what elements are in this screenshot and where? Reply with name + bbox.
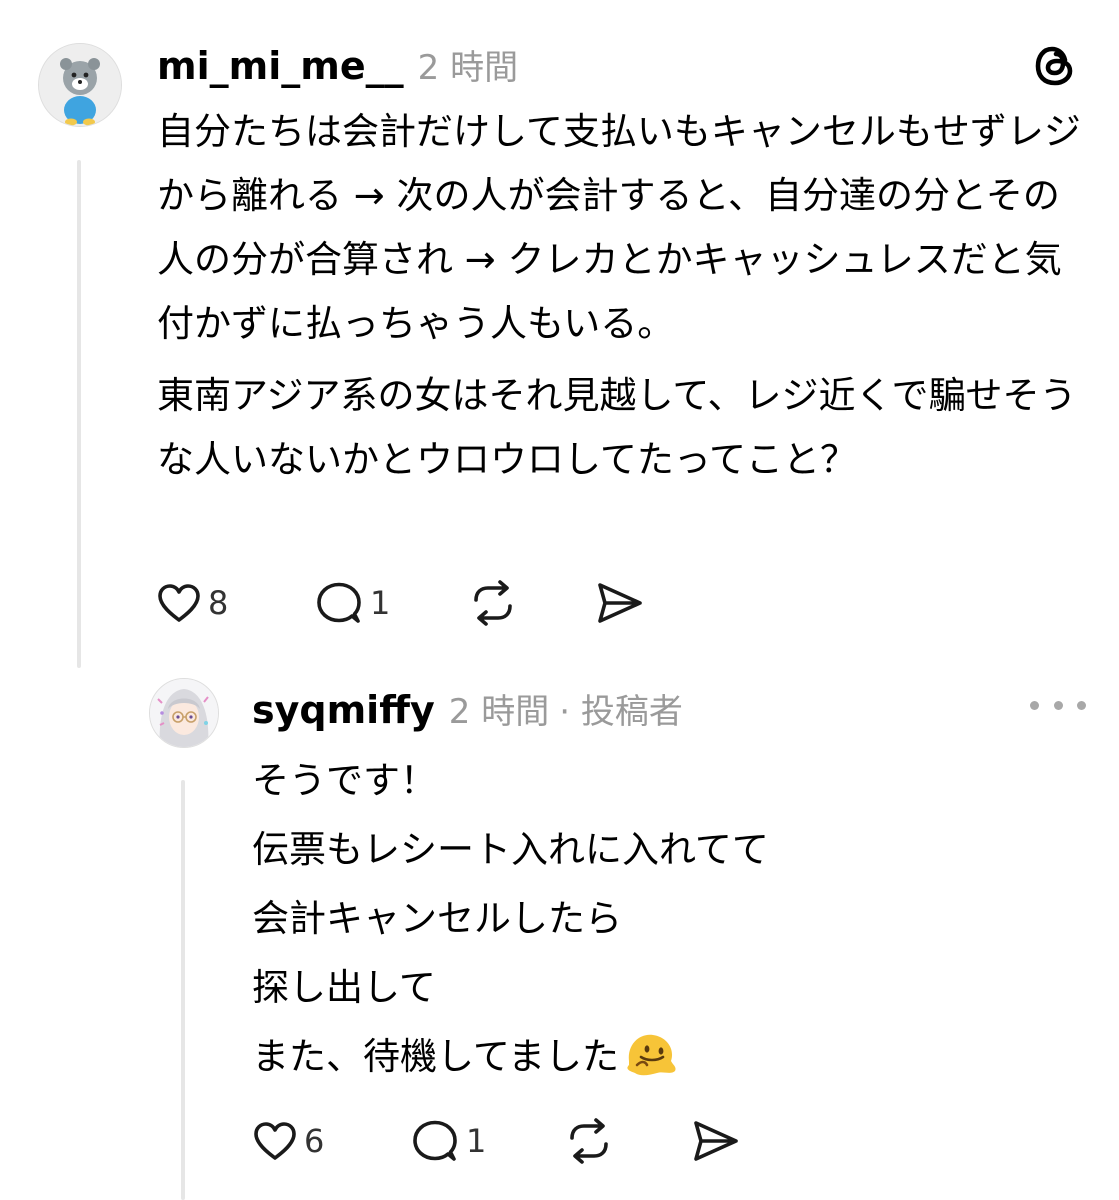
comment-icon (317, 582, 361, 623)
avatar-anime-girl-image (150, 679, 218, 747)
reply-button[interactable]: 1 (314, 580, 466, 626)
heart-icon (158, 584, 200, 622)
comment-icon (413, 1120, 457, 1161)
share-icon (598, 583, 642, 623)
dot (1030, 700, 1039, 710)
reply-time: 2 時間 (448, 692, 550, 732)
dot (1053, 700, 1063, 710)
avatar[interactable] (149, 678, 219, 748)
reply-line: 伝票もレシート入れに入れてて (252, 828, 769, 871)
post-header: mi_mi_me__ 2 時間 (157, 40, 518, 89)
repost-icon (570, 1118, 608, 1164)
like-count: 8 (208, 584, 229, 622)
heart-icon (254, 1122, 296, 1160)
reply-line: また、待機してました (252, 1035, 620, 1078)
melting-face-emoji (623, 1030, 679, 1076)
post-username[interactable]: mi_mi_me__ (157, 44, 404, 88)
author-badge: · 投稿者 (559, 692, 683, 732)
like-count: 6 (304, 1122, 325, 1160)
repost-button[interactable] (466, 578, 592, 628)
avatar[interactable] (38, 43, 122, 127)
post-time: 2 時間 (417, 48, 519, 88)
reply-count: 1 (370, 584, 391, 622)
post-body: 自分たちは会計だけして支払いもキャンセルもせずレジから離れる → 次の人が会計す… (157, 100, 1092, 492)
threads-logo-icon[interactable] (1030, 40, 1082, 92)
avatar-bear-image (39, 44, 121, 126)
thread-line (181, 780, 185, 1200)
reply-body: そうです！ 伝票もレシート入れに入れてて 会計キャンセルしたら 探し出して また… (252, 746, 1072, 1091)
reply-button[interactable]: 1 (410, 1118, 562, 1164)
more-dots-icon[interactable] (1030, 690, 1086, 720)
reply-actions: 6 1 (252, 1116, 742, 1166)
post-paragraph: 東南アジア系の女はそれ見越して、レジ近くで騙せそうな人いないかとウロウロしてたっ… (157, 374, 1077, 481)
like-button[interactable]: 8 (156, 582, 314, 624)
post-paragraph: 自分たちは会計だけして支払いもキャンセルもせずレジから離れる → 次の人が会計す… (157, 110, 1081, 345)
like-button[interactable]: 6 (252, 1120, 410, 1162)
reply-line: 会計キャンセルしたら (252, 897, 622, 940)
repost-icon (474, 580, 512, 626)
thread-line (77, 160, 81, 668)
reply-count: 1 (466, 1122, 487, 1160)
repost-button[interactable] (562, 1116, 688, 1166)
reply-username[interactable]: syqmiffy (252, 688, 435, 732)
share-button[interactable] (688, 1117, 742, 1165)
share-button[interactable] (592, 579, 646, 627)
reply-line: そうです！ (252, 759, 437, 802)
reply-header: syqmiffy 2 時間 · 投稿者 (252, 684, 683, 733)
share-icon (694, 1121, 738, 1161)
reply-line: 探し出して (252, 966, 436, 1009)
dot (1077, 700, 1086, 710)
post-actions: 8 1 (156, 578, 646, 628)
